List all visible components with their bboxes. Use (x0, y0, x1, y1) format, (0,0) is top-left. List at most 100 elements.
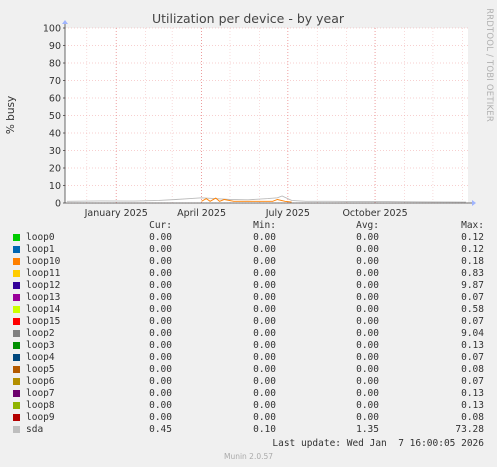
legend-row: loop5 0.00 0.00 0.00 0.08 (0, 364, 497, 376)
avg-value: 0.00 (356, 232, 379, 243)
avg-value: 0.00 (356, 388, 379, 399)
legend-row: loop8 0.00 0.00 0.00 0.13 (0, 400, 497, 412)
legend-series-name: loop1 (26, 244, 55, 255)
legend-row: loop15 0.00 0.00 0.00 0.07 (0, 316, 497, 328)
legend-row: loop7 0.00 0.00 0.00 0.13 (0, 388, 497, 400)
legend-row: loop12 0.00 0.00 0.00 9.87 (0, 280, 497, 292)
y-tick-label: 70 (49, 76, 61, 87)
max-value: 0.07 (461, 352, 484, 363)
legend-row: loop9 0.00 0.00 0.00 0.08 (0, 412, 497, 424)
cur-value: 0.00 (149, 376, 172, 387)
y-tick-label: 30 (49, 146, 61, 157)
legend-series-name: loop6 (26, 376, 55, 387)
y-tick-label: 50 (49, 111, 61, 122)
y-tick-labels: 0 10 20 30 40 50 60 70 80 90 100 (43, 24, 65, 210)
max-value: 9.04 (461, 328, 484, 339)
min-header: Min: (253, 220, 276, 231)
avg-value: 0.00 (356, 412, 379, 423)
max-value: 0.08 (461, 412, 484, 423)
legend-row: loop14 0.00 0.00 0.00 0.58 (0, 304, 497, 316)
max-value: 0.13 (461, 388, 484, 399)
legend-series-name: loop13 (26, 292, 61, 303)
max-value: 0.07 (461, 316, 484, 327)
legend-swatch (13, 354, 20, 361)
y-axis-label: % busy (5, 96, 17, 134)
legend-series-name: loop10 (26, 256, 61, 267)
avg-value: 0.00 (356, 364, 379, 375)
legend-swatch (13, 330, 20, 337)
avg-value: 0.00 (356, 244, 379, 255)
legend-series-name: loop14 (26, 304, 61, 315)
x-tick-label: April 2025 (177, 208, 226, 219)
legend-swatch (13, 378, 20, 385)
avg-value: 0.00 (356, 292, 379, 303)
min-value: 0.00 (253, 316, 276, 327)
cur-value: 0.00 (149, 364, 172, 375)
legend-series-name: loop9 (26, 412, 55, 423)
legend-swatch (13, 294, 20, 301)
min-value: 0.10 (253, 424, 276, 435)
cur-value: 0.00 (149, 352, 172, 363)
legend-swatch (13, 342, 20, 349)
y-tick-label: 40 (49, 129, 61, 140)
min-value: 0.00 (253, 412, 276, 423)
max-value: 0.13 (461, 340, 484, 351)
cur-value: 0.00 (149, 412, 172, 423)
max-value: 0.12 (461, 244, 484, 255)
x-tick-label: October 2025 (342, 208, 407, 219)
min-value: 0.00 (253, 292, 276, 303)
legend-swatch (13, 402, 20, 409)
legend-series-name: loop3 (26, 340, 55, 351)
min-value: 0.00 (253, 268, 276, 279)
last-update-text: Last update: Wed Jan 7 16:00:05 2026 (272, 438, 484, 449)
x-tick-label: July 2025 (265, 208, 310, 219)
y-tick-label: 10 (49, 181, 61, 192)
min-value: 0.00 (253, 400, 276, 411)
cur-value: 0.45 (149, 424, 172, 435)
legend-series-name: loop11 (26, 268, 61, 279)
min-value: 0.00 (253, 328, 276, 339)
cur-value: 0.00 (149, 292, 172, 303)
avg-value: 0.00 (356, 256, 379, 267)
x-tick-label: January 2025 (84, 208, 148, 219)
max-value: 0.13 (461, 400, 484, 411)
avg-value: 0.00 (356, 304, 379, 315)
legend-series-name: loop8 (26, 400, 55, 411)
min-value: 0.00 (253, 388, 276, 399)
min-value: 0.00 (253, 376, 276, 387)
legend-series-name: loop2 (26, 328, 55, 339)
legend-row: loop1 0.00 0.00 0.00 0.12 (0, 244, 497, 256)
y-tick-label: 60 (49, 94, 61, 105)
x-tick-labels: January 2025 April 2025 July 2025 October 2… (84, 208, 408, 219)
cur-value: 0.00 (149, 268, 172, 279)
min-value: 0.00 (253, 256, 276, 267)
cur-value: 0.00 (149, 328, 172, 339)
cur-value: 0.00 (149, 316, 172, 327)
avg-value: 0.00 (356, 376, 379, 387)
munin-version-text: Munin 2.0.57 (223, 452, 274, 461)
max-value: 0.58 (461, 304, 484, 315)
min-value: 0.00 (253, 280, 276, 291)
legend-row: loop11 0.00 0.00 0.00 0.83 (0, 268, 497, 280)
max-value: 0.83 (461, 268, 484, 279)
avg-value: 0.00 (356, 400, 379, 411)
y-tick-label: 90 (49, 41, 61, 52)
max-value: 0.18 (461, 256, 484, 267)
max-value: 73.28 (455, 424, 484, 435)
legend-series-name: loop4 (26, 352, 55, 363)
legend-row: loop0 0.00 0.00 0.00 0.12 (0, 232, 497, 244)
legend-row: loop10 0.00 0.00 0.00 0.18 (0, 256, 497, 268)
max-value: 9.87 (461, 280, 484, 291)
legend-swatch (13, 270, 20, 277)
avg-value: 0.00 (356, 328, 379, 339)
cur-value: 0.00 (149, 244, 172, 255)
x-axis-arrow (472, 200, 476, 206)
legend-swatch (13, 306, 20, 313)
legend-swatch (13, 414, 20, 421)
legend-series-name: loop15 (26, 316, 61, 327)
legend-swatch (13, 426, 20, 433)
legend-row: loop4 0.00 0.00 0.00 0.07 (0, 352, 497, 364)
avg-value: 1.35 (356, 424, 379, 435)
max-value: 0.08 (461, 364, 484, 375)
min-value: 0.00 (253, 232, 276, 243)
